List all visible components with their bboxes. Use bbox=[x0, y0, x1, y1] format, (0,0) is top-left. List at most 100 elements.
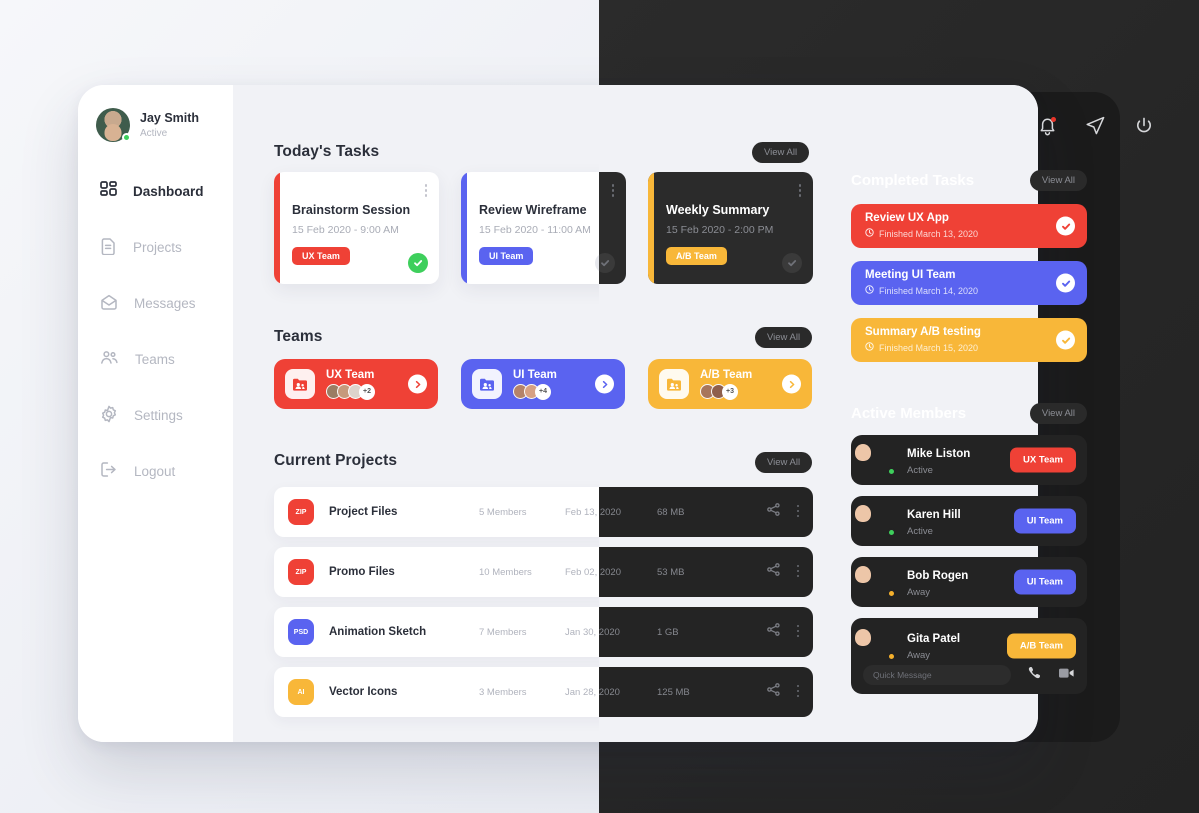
sidebar: Jay Smith Active Dashboard Projects Mess… bbox=[78, 85, 233, 508]
member-status: Active bbox=[907, 465, 933, 476]
team-extra-count: +4 bbox=[535, 383, 551, 400]
team-member-avatars: +2 bbox=[326, 383, 375, 400]
sidebar-profile[interactable]: Jay Smith Active bbox=[78, 85, 233, 142]
header-actions bbox=[1038, 115, 1154, 141]
team-folder-icon bbox=[659, 369, 689, 399]
sidebar-item-projects[interactable]: Projects bbox=[78, 228, 233, 266]
sidebar-item-dashboard[interactable]: Dashboard bbox=[78, 172, 233, 210]
completed-check-icon bbox=[1056, 330, 1075, 350]
task-accent-bar bbox=[274, 172, 280, 284]
project-members: 7 Members bbox=[479, 626, 527, 638]
list-item[interactable]: Gita Patel Away A/B Team bbox=[851, 618, 1087, 694]
current-projects-view-all[interactable]: View All bbox=[755, 452, 813, 473]
team-name: A/B Team bbox=[700, 368, 753, 381]
sidebar-item-label: Logout bbox=[134, 463, 176, 479]
todays-tasks-title: Today's Tasks bbox=[274, 143, 380, 160]
sidebar-item-messages[interactable]: Messages bbox=[78, 284, 233, 322]
list-item[interactable]: Karen Hill Active UI Team bbox=[851, 496, 1087, 546]
completed-task-title: Summary A/B testing bbox=[865, 326, 981, 338]
clock-icon bbox=[865, 285, 874, 296]
task-card[interactable]: Brainstorm Session 15 Feb 2020 - 9:00 AM… bbox=[274, 172, 439, 284]
task-team-chip: A/B Team bbox=[666, 247, 727, 265]
app-stage: Jay Smith Active Dashboard Projects Mess… bbox=[0, 0, 1199, 813]
phone-icon[interactable] bbox=[1027, 665, 1042, 685]
share-icon[interactable] bbox=[766, 683, 780, 701]
team-name: UI Team bbox=[513, 368, 557, 381]
member-name: Mike Liston bbox=[907, 448, 971, 460]
teams-view-all[interactable]: View All bbox=[755, 327, 813, 348]
active-members-header: Active Members View All bbox=[851, 403, 1087, 424]
task-time: 15 Feb 2020 - 11:00 AM bbox=[479, 224, 591, 236]
active-members-title: Active Members bbox=[851, 405, 967, 422]
gear-icon bbox=[100, 405, 118, 426]
notification-bell-icon[interactable] bbox=[1038, 116, 1057, 141]
completed-task-card[interactable]: Meeting UI Team Finished March 14, 2020 bbox=[851, 261, 1087, 305]
video-icon[interactable] bbox=[1058, 666, 1075, 684]
sidebar-item-logout[interactable]: Logout bbox=[78, 452, 233, 490]
more-options-icon[interactable] bbox=[796, 564, 799, 580]
completed-task-card[interactable]: Summary A/B testing Finished March 15, 2… bbox=[851, 318, 1087, 362]
todays-tasks-view-all[interactable]: View All bbox=[752, 142, 810, 163]
share-icon[interactable] bbox=[766, 563, 780, 581]
sidebar-item-teams[interactable]: Teams bbox=[78, 340, 233, 378]
project-size: 68 MB bbox=[657, 506, 685, 518]
member-status: Away bbox=[907, 650, 931, 661]
member-team-badge: UX Team bbox=[1010, 447, 1076, 473]
team-folder-icon bbox=[285, 369, 315, 399]
completed-tasks-title: Completed Tasks bbox=[851, 172, 975, 189]
send-icon[interactable] bbox=[1085, 115, 1106, 141]
more-options-icon[interactable] bbox=[796, 504, 799, 520]
team-open-arrow-icon[interactable] bbox=[782, 374, 801, 394]
grid-icon bbox=[100, 181, 117, 201]
power-icon[interactable] bbox=[1134, 116, 1154, 141]
clock-icon bbox=[865, 342, 874, 353]
task-team-chip: UI Team bbox=[479, 247, 534, 265]
team-extra-count: +2 bbox=[359, 383, 375, 400]
avatar bbox=[863, 444, 896, 476]
more-options-icon[interactable] bbox=[796, 624, 799, 640]
project-members: 10 Members bbox=[479, 566, 532, 578]
task-card[interactable]: Weekly Summary 15 Feb 2020 - 2:00 PM A/B… bbox=[648, 172, 813, 284]
completed-check-icon bbox=[1056, 216, 1075, 236]
completed-task-card[interactable]: Review UX App Finished March 13, 2020 bbox=[851, 204, 1087, 248]
sidebar-item-label: Messages bbox=[134, 295, 196, 311]
completed-tasks-view-all[interactable]: View All bbox=[1029, 170, 1087, 191]
completed-tasks-header: Completed Tasks View All bbox=[851, 170, 1087, 191]
avatar bbox=[863, 505, 896, 537]
sidebar-item-settings[interactable]: Settings bbox=[78, 396, 233, 434]
quick-message-input[interactable] bbox=[863, 665, 1011, 685]
document-icon bbox=[100, 237, 117, 258]
team-card[interactable]: A/B Team +3 bbox=[648, 359, 812, 409]
more-options-icon[interactable] bbox=[424, 184, 427, 199]
share-icon[interactable] bbox=[766, 503, 780, 521]
list-item[interactable]: Mike Liston Active UX Team bbox=[851, 435, 1087, 485]
sidebar-item-label: Teams bbox=[135, 351, 175, 367]
notification-badge bbox=[1051, 116, 1056, 122]
more-options-icon[interactable] bbox=[798, 184, 801, 199]
quick-message-bar bbox=[863, 665, 1075, 685]
share-icon[interactable] bbox=[766, 623, 780, 641]
task-title: Review Wireframe bbox=[479, 203, 587, 217]
online-status-dot bbox=[122, 133, 131, 142]
current-projects-title: Current Projects bbox=[274, 452, 398, 469]
team-card[interactable]: UX Team +2 bbox=[274, 359, 438, 409]
member-name: Gita Patel bbox=[907, 633, 961, 645]
more-options-icon[interactable] bbox=[796, 684, 799, 700]
task-title: Weekly Summary bbox=[666, 203, 770, 217]
team-name: UX Team bbox=[326, 368, 375, 381]
people-icon bbox=[100, 350, 119, 369]
list-item[interactable]: Bob Rogen Away UI Team bbox=[851, 557, 1087, 607]
team-member-avatars: +4 bbox=[513, 383, 557, 400]
task-done-check-icon[interactable] bbox=[408, 253, 428, 273]
file-type-badge: ZIP bbox=[288, 499, 314, 525]
completed-check-icon bbox=[1056, 273, 1075, 293]
task-team-chip: UX Team bbox=[292, 247, 350, 265]
task-done-check-icon[interactable] bbox=[782, 253, 802, 273]
member-team-badge: A/B Team bbox=[1006, 633, 1076, 659]
member-status: Active bbox=[907, 526, 933, 537]
project-members: 3 Members bbox=[479, 686, 527, 698]
active-members-view-all[interactable]: View All bbox=[1029, 403, 1087, 424]
more-options-icon[interactable] bbox=[611, 184, 614, 199]
teams-title: Teams bbox=[274, 328, 323, 345]
team-open-arrow-icon[interactable] bbox=[408, 374, 427, 394]
